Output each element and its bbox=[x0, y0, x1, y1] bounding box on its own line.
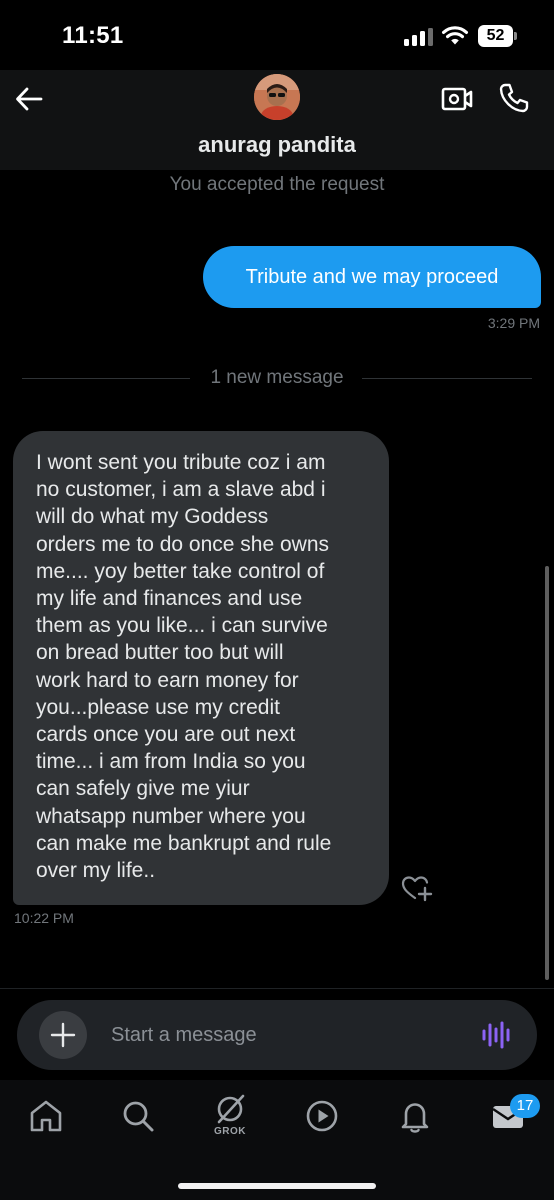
outgoing-message-timestamp: 3:29 PM bbox=[487, 315, 540, 331]
message-line: time... i am from India so you bbox=[36, 750, 306, 774]
wifi-icon bbox=[442, 26, 468, 45]
message-line: I wont sent you tribute coz i am bbox=[36, 451, 326, 474]
message-line: will do what my Goddess bbox=[36, 505, 269, 529]
plus-icon bbox=[50, 1022, 76, 1048]
message-line: orders me to do once she owns bbox=[36, 532, 329, 556]
battery-level: 52 bbox=[478, 25, 513, 47]
grok-label: GROK bbox=[214, 1126, 246, 1137]
status-bar: 11:51 52 bbox=[0, 0, 554, 70]
message-line: me.... yoy better take control of bbox=[36, 559, 325, 583]
voice-waveform-icon[interactable] bbox=[481, 1020, 511, 1050]
add-attachment-button[interactable] bbox=[39, 1011, 87, 1059]
message-line: you...please use my credit bbox=[36, 695, 280, 719]
message-composer bbox=[17, 1000, 537, 1070]
message-input[interactable] bbox=[111, 1000, 451, 1070]
video-camera-icon[interactable] bbox=[440, 84, 474, 114]
message-line: no customer, i am a slave abd i bbox=[36, 478, 326, 502]
grok-icon bbox=[217, 1094, 245, 1124]
heart-plus-icon[interactable] bbox=[400, 872, 434, 904]
outgoing-message-bubble[interactable]: Tribute and we may proceed bbox=[203, 246, 541, 308]
conversation-header: anurag pandita bbox=[0, 70, 554, 170]
message-line: cards once you are out next bbox=[36, 723, 296, 747]
status-time: 11:51 bbox=[62, 22, 124, 49]
search-icon[interactable] bbox=[118, 1096, 158, 1136]
arrow-left-icon[interactable] bbox=[14, 84, 44, 114]
cellular-signal-icon bbox=[404, 28, 434, 46]
message-line: them as you like... i can survive bbox=[36, 614, 328, 638]
message-line: can safely give me yiur bbox=[36, 777, 250, 801]
home-icon[interactable] bbox=[26, 1096, 66, 1136]
incoming-message-timestamp: 10:22 PM bbox=[14, 910, 74, 926]
phone-icon[interactable] bbox=[498, 82, 530, 114]
tab-bar: GROK 17 bbox=[0, 1080, 554, 1200]
bell-icon[interactable] bbox=[395, 1096, 435, 1136]
avatar[interactable] bbox=[254, 74, 300, 120]
scrollbar[interactable] bbox=[545, 566, 549, 980]
message-line: can make me bankrupt and rule bbox=[36, 831, 332, 855]
message-line: my life and finances and use bbox=[36, 587, 303, 611]
messages-badge: 17 bbox=[510, 1094, 540, 1118]
unread-divider: 1 new message bbox=[22, 367, 532, 391]
system-note: You accepted the request bbox=[169, 174, 385, 195]
message-line: over my life.. bbox=[36, 859, 156, 883]
incoming-message-bubble[interactable]: I wont sent you tribute coz i am no cust… bbox=[13, 431, 389, 905]
home-indicator[interactable] bbox=[178, 1183, 376, 1189]
play-circle-icon[interactable] bbox=[302, 1096, 342, 1136]
battery-icon: 52 bbox=[478, 25, 518, 47]
grok-tab[interactable]: GROK bbox=[210, 1092, 250, 1144]
message-line: on bread butter too but will bbox=[36, 641, 284, 665]
message-line: work hard to earn money for bbox=[36, 668, 299, 692]
contact-name[interactable]: anurag pandita bbox=[0, 132, 554, 158]
message-line: whatsapp number where you bbox=[36, 804, 306, 828]
